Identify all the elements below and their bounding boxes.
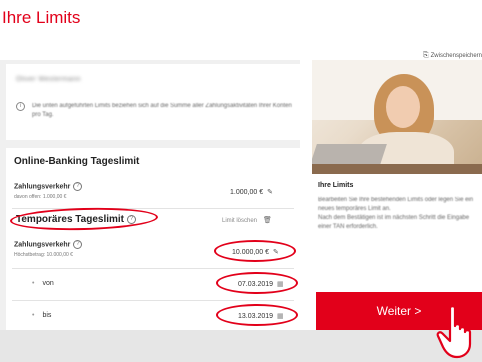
hand-cursor-icon	[436, 305, 472, 359]
save-draft-label: Zwischenspeichern	[430, 53, 482, 59]
bullet: •	[32, 312, 35, 319]
divider	[12, 268, 294, 269]
info-icon: i	[16, 102, 25, 111]
woman-with-laptop-photo	[312, 60, 482, 174]
date-from-label-text: von	[42, 280, 54, 287]
pencil-icon[interactable]: ✎	[273, 249, 279, 256]
payment-limit-label-text: Zahlungsverkehr	[14, 183, 71, 191]
delete-limit-link[interactable]: Limit löschen 🗑	[222, 216, 272, 224]
divider	[12, 300, 294, 301]
help-panel: Ihre Limits Bearbeiten Sie Ihre bestehen…	[308, 60, 482, 286]
temporary-payment-max: Höchstbetrag: 10.000,00 €	[14, 252, 73, 258]
date-to-field[interactable]: 13.03.2019 ▦	[238, 312, 284, 320]
help-text-2: Nach dem Bestätigen ist im nächsten Schr…	[318, 215, 470, 230]
online-banking-title: Online-Banking Tageslimit	[14, 156, 140, 167]
photo-table	[312, 164, 482, 174]
date-to-label: • bis	[32, 312, 51, 319]
date-from-label: • von	[32, 280, 54, 287]
temporary-payment-label: Zahlungsverkehr?	[14, 240, 83, 249]
temporary-payment-label-text: Zahlungsverkehr	[14, 241, 71, 249]
help-title: Ihre Limits	[318, 182, 354, 189]
calendar-icon[interactable]: ▦	[277, 281, 284, 288]
payment-limit-value[interactable]: 1.000,00 € ✎	[230, 188, 273, 196]
temporary-limit-title: Temporäres Tageslimit?	[16, 214, 136, 225]
date-to-label-text: bis	[42, 312, 52, 319]
account-card: Oliver Westermann i Die unten aufgeführt…	[6, 64, 300, 140]
trash-icon: 🗑	[263, 217, 272, 224]
help-icon[interactable]: ?	[73, 240, 83, 249]
limits-card: Online-Banking Tageslimit Zahlungsverkeh…	[6, 148, 300, 330]
help-icon[interactable]: ?	[73, 182, 83, 191]
account-holder-name: Oliver Westermann	[16, 76, 81, 83]
calendar-icon[interactable]: ▦	[277, 313, 284, 320]
date-from-field[interactable]: 07.03.2019 ▦	[238, 280, 284, 288]
temporary-payment-value[interactable]: 10.000,00 € ✎	[232, 248, 279, 256]
bullet: •	[32, 280, 35, 287]
info-text: Die unten aufgeführten Limits beziehen s…	[32, 103, 292, 118]
page-title: Ihre Limits	[2, 8, 81, 27]
save-draft-link[interactable]: ⎘ Zwischenspeichern	[423, 52, 482, 60]
photo-face	[386, 86, 420, 128]
date-from-value: 07.03.2019	[238, 281, 274, 288]
temporary-limit-title-text: Temporäres Tageslimit	[16, 214, 124, 225]
payment-limit-open: davon offen: 1.000,00 €	[14, 194, 67, 200]
help-text-1: Bearbeiten Sie Ihre bestehenden Limits o…	[318, 197, 474, 212]
help-text: Bearbeiten Sie Ihre bestehenden Limits o…	[318, 196, 476, 232]
limits-window: Ihre Limits ⎘ Zwischenspeichern Oliver We…	[0, 0, 482, 330]
payment-limit-label: Zahlungsverkehr?	[14, 182, 83, 191]
save-icon: ⎘	[423, 52, 429, 59]
delete-limit-label: Limit löschen	[222, 218, 258, 224]
temporary-payment-amount: 10.000,00 €	[232, 249, 269, 256]
date-to-value: 13.03.2019	[238, 313, 274, 320]
divider	[12, 208, 294, 209]
help-icon[interactable]: ?	[127, 214, 136, 224]
pencil-icon[interactable]: ✎	[267, 189, 273, 196]
limits-panel: Oliver Westermann i Die unten aufgeführt…	[0, 60, 300, 330]
payment-limit-amount: 1.000,00 €	[230, 189, 264, 196]
